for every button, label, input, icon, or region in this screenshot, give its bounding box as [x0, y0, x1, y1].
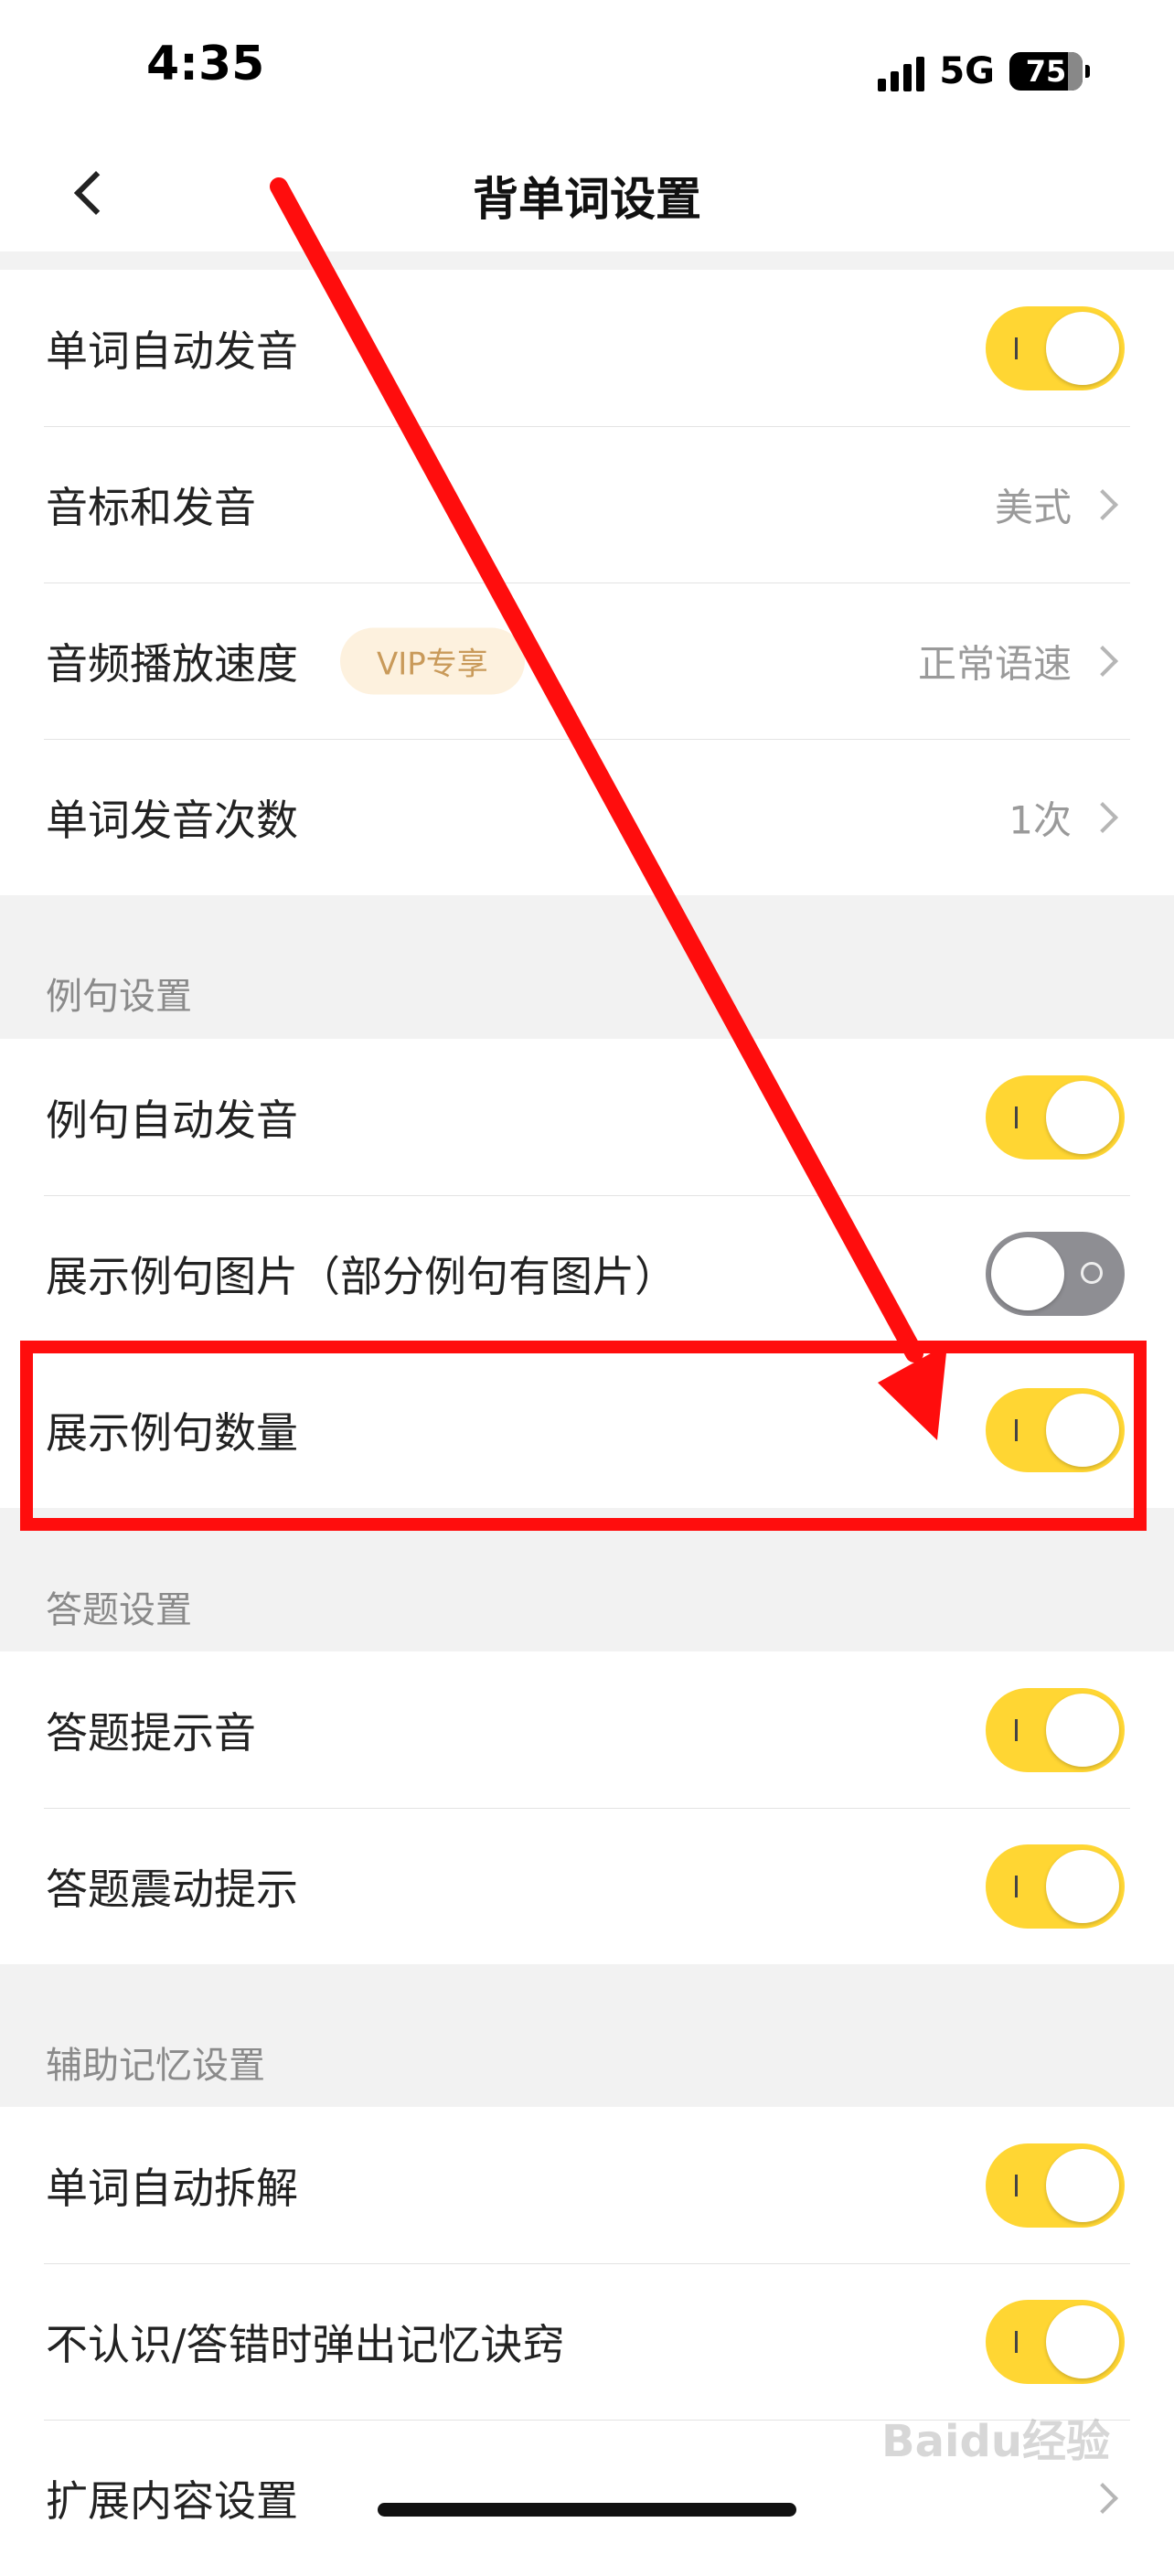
word-settings-group: 单词自动发音 音标和发音 美式 音频播放速度 VIP专享 正常语速 单词发音次数…: [0, 270, 1174, 895]
page-title: 背单词设置: [473, 173, 701, 226]
answer-vibrate-toggle[interactable]: [986, 1844, 1125, 1929]
chevron-right-icon: [1087, 488, 1118, 520]
word-split-toggle[interactable]: [986, 2143, 1125, 2228]
battery-level: 75: [1025, 54, 1067, 89]
row-label: 扩展内容设置: [46, 2475, 298, 2526]
row-value: 美式: [994, 485, 1072, 529]
signal-icon: [878, 51, 925, 91]
row-value: 正常语速: [917, 641, 1072, 686]
memory-tip-toggle[interactable]: [986, 2299, 1125, 2384]
setting-row-playback-speed[interactable]: 音频播放速度 VIP专享 正常语速: [0, 583, 1174, 739]
setting-row-phonetic[interactable]: 音标和发音 美式: [0, 426, 1174, 583]
setting-row-memory-tip: 不认识/答错时弹出记忆诀窍: [0, 2263, 1174, 2420]
chevron-right-icon: [1087, 801, 1118, 833]
highlight-box: [20, 1341, 1147, 1531]
section-header-memory: 辅助记忆设置: [46, 2045, 265, 2087]
vip-badge: VIP专享: [340, 627, 525, 694]
watermark: Baidu经验: [881, 2416, 1110, 2467]
word-auto-pronounce-toggle[interactable]: [986, 305, 1125, 390]
row-label: 单词自动发音: [46, 326, 298, 376]
status-bar: 4:35 5G 75: [0, 0, 1174, 137]
row-label: 答题提示音: [46, 1707, 256, 1758]
row-label: 单词发音次数: [46, 795, 298, 845]
setting-row-word-split: 单词自动拆解: [0, 2107, 1174, 2263]
setting-row-example-images: 展示例句图片（部分例句有图片）: [0, 1195, 1174, 1352]
section-header-answer: 答题设置: [46, 1589, 192, 1631]
row-label: 音标和发音: [46, 482, 256, 532]
row-label: 展示例句图片（部分例句有图片）: [46, 1251, 677, 1301]
row-label: 音频播放速度: [46, 638, 298, 689]
network-label: 5G: [939, 50, 995, 92]
setting-row-example-auto-pronounce: 例句自动发音: [0, 1039, 1174, 1195]
setting-row-pronounce-count[interactable]: 单词发音次数 1次: [0, 739, 1174, 895]
row-label: 答题震动提示: [46, 1864, 298, 1914]
answer-settings-group: 答题提示音 答题震动提示: [0, 1651, 1174, 1964]
setting-row-answer-sound: 答题提示音: [0, 1651, 1174, 1808]
answer-sound-toggle[interactable]: [986, 1687, 1125, 1772]
section-header-example: 例句设置: [46, 976, 192, 1018]
example-images-toggle[interactable]: [986, 1231, 1125, 1316]
row-label: 单词自动拆解: [46, 2163, 298, 2213]
status-time: 4:35: [146, 37, 265, 91]
nav-bar: 背单词设置: [0, 137, 1174, 251]
chevron-right-icon: [1087, 2482, 1118, 2514]
home-indicator[interactable]: [378, 2503, 796, 2517]
row-label: 例句自动发音: [46, 1095, 298, 1145]
row-value: 1次: [1009, 797, 1072, 842]
status-indicators: 5G 75: [878, 46, 1090, 97]
example-auto-pronounce-toggle[interactable]: [986, 1074, 1125, 1160]
row-label: 不认识/答错时弹出记忆诀窍: [46, 2319, 565, 2369]
setting-row-word-auto-pronounce: 单词自动发音: [0, 270, 1174, 426]
battery-icon: 75: [1009, 52, 1090, 91]
setting-row-answer-vibrate: 答题震动提示: [0, 1808, 1174, 1964]
chevron-right-icon: [1087, 645, 1118, 677]
